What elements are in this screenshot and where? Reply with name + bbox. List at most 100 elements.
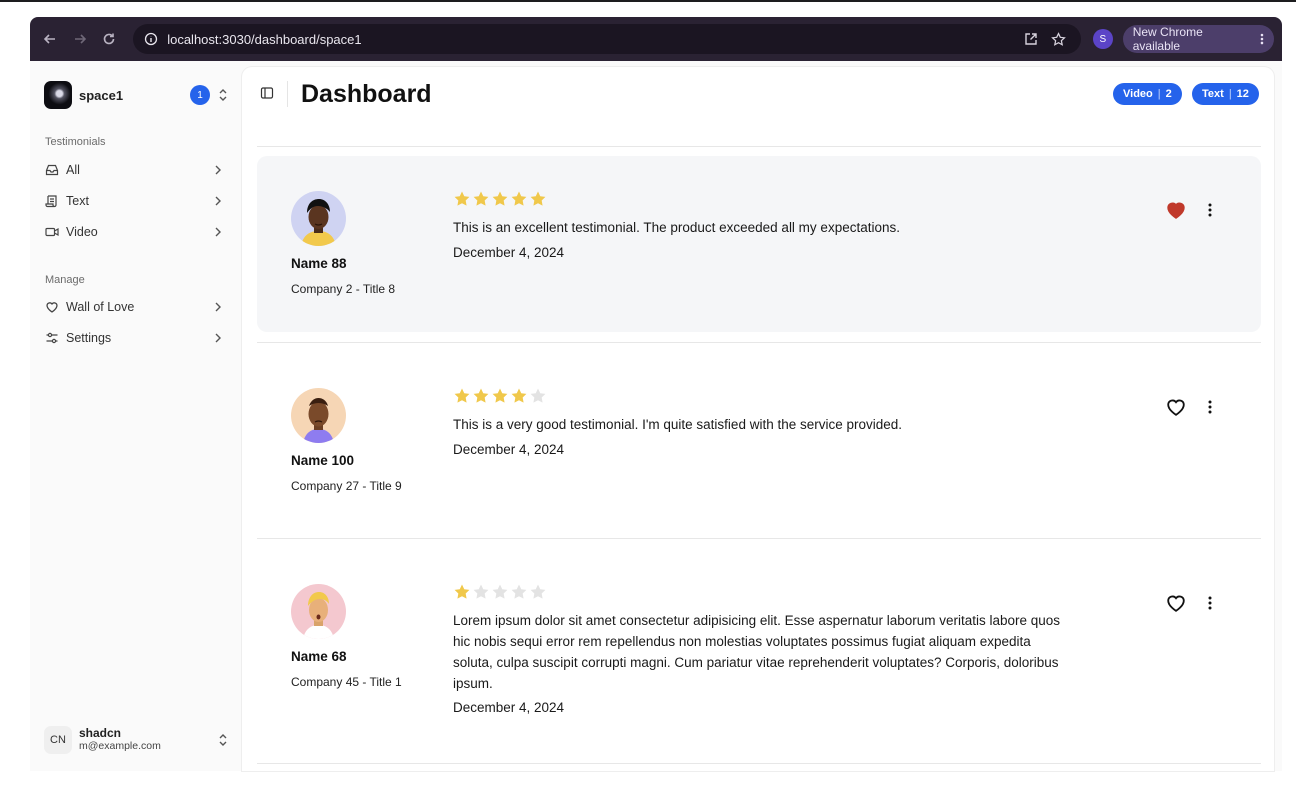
divider (257, 342, 1261, 343)
browser-toolbar: localhost:3030/dashboard/space1 S New Ch… (30, 17, 1282, 61)
star-empty-icon (473, 584, 489, 599)
url-text: localhost:3030/dashboard/space1 (167, 31, 362, 47)
star-filled-icon (511, 191, 527, 206)
badge-label: Video (1123, 88, 1153, 100)
avatar (291, 191, 346, 246)
star-empty-icon (530, 388, 546, 403)
divider (257, 146, 1261, 147)
divider (257, 763, 1261, 764)
sidebar-item-label: Settings (66, 331, 112, 345)
bookmark-star-icon[interactable] (1047, 27, 1071, 51)
chevron-right-icon (214, 332, 222, 344)
settings-icon (44, 330, 60, 346)
star-filled-icon (473, 191, 489, 206)
author-name: Name 68 (291, 649, 347, 664)
badge-count: 12 (1236, 88, 1249, 100)
sidebar-item-settings[interactable]: Settings (44, 325, 222, 351)
back-icon[interactable] (38, 27, 62, 51)
sidebar-item-label: All (66, 163, 80, 177)
testimonial-date: December 4, 2024 (453, 245, 565, 260)
star-filled-icon (454, 584, 470, 599)
kebab-menu-icon (1260, 33, 1264, 45)
more-options-icon[interactable] (1201, 592, 1219, 614)
video-count-badge[interactable]: Video | 2 (1113, 83, 1182, 105)
sidebar: space1 1 Testimonials All Text Video Man… (30, 61, 242, 771)
more-options-icon[interactable] (1201, 396, 1219, 418)
team-switcher[interactable]: space1 1 (44, 80, 228, 110)
avatar (291, 584, 346, 639)
like-heart-icon[interactable] (1165, 199, 1187, 221)
avatar (291, 388, 346, 443)
update-label: New Chrome available (1132, 25, 1203, 53)
heart-icon (44, 299, 60, 315)
author-company: Company 45 - Title 1 (291, 675, 402, 689)
star-rating (453, 583, 547, 601)
user-menu[interactable]: CN shadcn m@example.com (44, 725, 228, 755)
like-heart-icon[interactable] (1165, 592, 1187, 614)
team-logo (44, 81, 72, 109)
video-icon (44, 224, 60, 240)
open-external-icon[interactable] (1019, 27, 1043, 51)
chevron-right-icon (214, 226, 222, 238)
star-filled-icon (492, 191, 508, 206)
app-shell: space1 1 Testimonials All Text Video Man… (30, 61, 1282, 771)
badge-label: Text (1202, 88, 1224, 100)
author-name: Name 100 (291, 453, 355, 468)
sidebar-item-all[interactable]: All (44, 157, 222, 183)
testimonial-card: Name 100 Company 27 - Title 9 This is a … (257, 353, 1261, 529)
testimonial-text: Lorem ipsum dolor sit amet consectetur a… (453, 613, 1061, 691)
star-empty-icon (530, 584, 546, 599)
user-avatar: CN (44, 726, 72, 754)
author-company: Company 2 - Title 8 (291, 282, 396, 296)
star-filled-icon (511, 388, 527, 403)
testimonial-date: December 4, 2024 (453, 700, 565, 715)
divider (257, 538, 1261, 539)
badge-separator: | (1228, 88, 1232, 100)
more-options-icon[interactable] (1201, 199, 1219, 221)
user-email: m@example.com (79, 740, 161, 752)
sidebar-toggle-icon[interactable] (260, 86, 276, 102)
star-filled-icon (492, 388, 508, 403)
like-heart-icon[interactable] (1165, 396, 1187, 418)
team-count-badge: 1 (190, 85, 210, 105)
address-bar[interactable]: localhost:3030/dashboard/space1 (133, 24, 1081, 54)
reload-icon[interactable] (97, 27, 121, 51)
sidebar-item-label: Video (66, 225, 98, 239)
scroll-icon (44, 193, 60, 209)
badge-separator: | (1157, 88, 1161, 100)
star-rating (453, 387, 547, 405)
text-count-badge[interactable]: Text | 12 (1192, 83, 1259, 105)
site-info-icon[interactable] (143, 31, 159, 47)
sidebar-item-wall-of-love[interactable]: Wall of Love (44, 294, 222, 320)
testimonial-text: This is an excellent testimonial. The pr… (453, 220, 900, 235)
star-filled-icon (473, 388, 489, 403)
sidebar-item-label: Wall of Love (66, 300, 135, 314)
group-label-manage: Manage (45, 274, 85, 286)
chevrons-up-down-icon (218, 733, 228, 747)
sidebar-item-text[interactable]: Text (44, 188, 222, 214)
author-company: Company 27 - Title 9 (291, 479, 402, 493)
forward-icon[interactable] (68, 27, 92, 51)
testimonial-text: This is a very good testimonial. I'm qui… (453, 417, 903, 432)
team-name: space1 (79, 87, 124, 103)
chevron-right-icon (214, 301, 222, 313)
testimonial-date: December 4, 2024 (453, 442, 565, 457)
badge-count: 2 (1165, 88, 1172, 100)
author-name: Name 88 (291, 256, 347, 271)
star-empty-icon (492, 584, 508, 599)
profile-avatar[interactable]: S (1092, 29, 1113, 49)
chrome-update-button[interactable]: New Chrome available (1122, 25, 1274, 53)
star-filled-icon (454, 388, 470, 403)
star-filled-icon (454, 191, 470, 206)
star-rating (453, 190, 547, 208)
star-empty-icon (511, 584, 527, 599)
user-name: shadcn (79, 726, 122, 740)
sidebar-item-video[interactable]: Video (44, 219, 222, 245)
chevron-right-icon (214, 164, 222, 176)
group-label-testimonials: Testimonials (45, 136, 106, 148)
chevrons-up-down-icon (218, 88, 228, 102)
main-panel: Dashboard Video | 2 Text | 12 Name 88 Co… (242, 67, 1274, 771)
testimonial-card: Name 68 Company 45 - Title 1 Lorem ipsum… (257, 549, 1261, 759)
inbox-icon (44, 162, 60, 178)
page-title: Dashboard (301, 80, 432, 108)
